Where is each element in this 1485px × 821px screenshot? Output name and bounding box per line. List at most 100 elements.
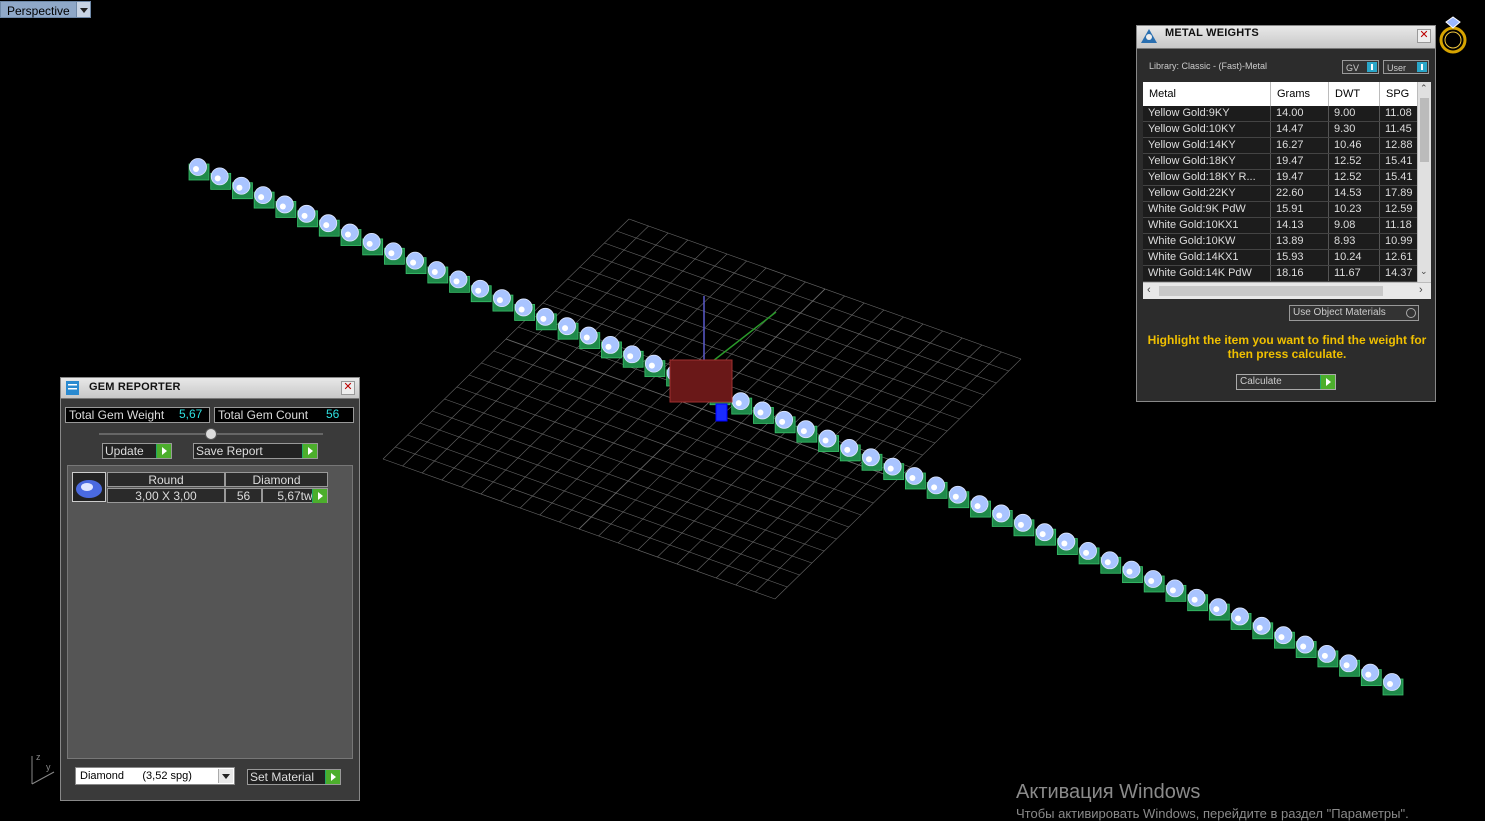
gem-setting[interactable] (1360, 663, 1382, 687)
table-row[interactable]: White Gold:10KW 13.89 8.93 10.99 (1143, 234, 1431, 250)
gem-setting[interactable] (948, 485, 970, 509)
gem-setting[interactable] (796, 420, 818, 443)
gem-setting[interactable] (427, 261, 449, 284)
horizontal-scrollbar[interactable]: ‹ › (1143, 282, 1431, 299)
gem-setting[interactable] (753, 401, 774, 424)
gem-setting[interactable] (514, 298, 536, 321)
gem-setting[interactable] (731, 392, 753, 415)
metal-weights-titlebar[interactable]: METAL WEIGHTS ✕ (1137, 26, 1435, 49)
gumball-widget[interactable] (715, 403, 728, 422)
scroll-right-icon[interactable]: › (1419, 284, 1423, 296)
user-toggle[interactable]: User (1383, 60, 1429, 74)
gem-setting[interactable] (1187, 588, 1209, 612)
panel-splitter[interactable] (99, 428, 323, 440)
gem-setting[interactable] (622, 345, 644, 368)
gem-setting[interactable] (579, 326, 601, 349)
gem-setting[interactable] (1339, 654, 1360, 677)
scroll-thumb[interactable] (1420, 98, 1429, 162)
gem-setting[interactable] (383, 242, 405, 265)
vertical-scrollbar[interactable]: ⌃ ⌄ (1417, 82, 1431, 283)
gem-setting[interactable] (1013, 513, 1035, 537)
gem-setting[interactable] (340, 223, 362, 246)
gem-setting[interactable] (644, 354, 666, 378)
update-button[interactable]: Update (102, 443, 172, 459)
gem-setting[interactable] (188, 158, 210, 181)
play-arrow-icon[interactable] (1320, 375, 1335, 389)
gem-reporter-titlebar[interactable]: GEM REPORTER ✕ (61, 378, 359, 399)
scroll-up-icon[interactable]: ⌃ (1420, 83, 1428, 94)
gem-setting[interactable] (1252, 616, 1274, 640)
table-row[interactable]: White Gold:9K PdW 15.91 10.23 12.59 (1143, 202, 1431, 218)
viewport-label[interactable]: Perspective (0, 1, 91, 18)
gem-setting[interactable] (883, 457, 905, 481)
calculate-button[interactable]: Calculate (1236, 374, 1336, 390)
chevron-down-icon[interactable] (218, 769, 233, 783)
play-arrow-icon[interactable] (302, 444, 317, 458)
gem-setting[interactable] (492, 289, 514, 312)
gem-setting[interactable] (470, 279, 492, 303)
gem-setting[interactable] (991, 504, 1013, 527)
table-row[interactable]: White Gold:14KX1 15.93 10.24 12.61 (1143, 250, 1431, 266)
gem-setting[interactable] (210, 167, 232, 190)
viewport-name[interactable]: Perspective (0, 1, 77, 18)
gem-setting[interactable] (1100, 551, 1122, 574)
column-header-metal[interactable]: Metal (1143, 82, 1271, 106)
gem-setting[interactable] (275, 195, 297, 218)
play-arrow-icon[interactable] (312, 489, 327, 503)
gem-setting[interactable] (774, 410, 796, 434)
selected-head-block[interactable] (669, 359, 733, 403)
gem-setting[interactable] (362, 233, 384, 256)
metal-table[interactable]: Metal Grams DWT SPG Yellow Gold:9KY 14.00… (1143, 82, 1431, 299)
table-row[interactable]: Yellow Gold:18KY R... 19.47 12.52 15.41 (1143, 170, 1431, 186)
play-arrow-icon[interactable] (156, 444, 171, 458)
column-header-dwt[interactable]: DWT (1329, 82, 1380, 106)
splitter-knob[interactable] (205, 428, 217, 440)
gem-setting[interactable] (1122, 560, 1143, 584)
close-icon[interactable]: ✕ (341, 381, 355, 395)
gem-setting[interactable] (1165, 579, 1187, 602)
table-row[interactable]: White Gold:14K PdW 18.16 11.67 14.37 (1143, 266, 1431, 282)
scroll-thumb[interactable] (1159, 286, 1383, 296)
gv-toggle[interactable]: GV (1342, 60, 1379, 74)
gem-setting[interactable] (601, 336, 622, 359)
gem-setting[interactable] (297, 204, 318, 228)
close-icon[interactable]: ✕ (1417, 29, 1431, 43)
viewport-menu-arrow-icon[interactable] (76, 1, 91, 18)
gem-setting[interactable] (318, 214, 340, 237)
gem-thumbnail-icon[interactable] (72, 472, 106, 502)
scroll-left-icon[interactable]: ‹ (1147, 284, 1151, 296)
gem-setting[interactable] (861, 448, 883, 471)
gem-setting[interactable] (818, 429, 839, 452)
gem-setting[interactable] (839, 439, 861, 462)
table-row[interactable]: Yellow Gold:10KY 14.47 9.30 11.45 (1143, 122, 1431, 138)
gem-setting[interactable] (1382, 673, 1404, 696)
gem-setting[interactable] (1056, 532, 1078, 555)
gem-setting[interactable] (1295, 635, 1317, 658)
gem-setting[interactable] (535, 307, 557, 331)
set-material-button[interactable]: Set Material (247, 769, 341, 785)
save-report-button[interactable]: Save Report (193, 443, 318, 459)
gem-setting[interactable] (1078, 542, 1100, 565)
gem-setting[interactable] (970, 495, 991, 518)
gem-setting[interactable] (253, 186, 275, 209)
gem-setting[interactable] (557, 317, 579, 340)
play-arrow-icon[interactable] (325, 770, 340, 784)
gem-setting[interactable] (1274, 626, 1295, 649)
use-object-materials-option[interactable]: Use Object Materials (1289, 305, 1419, 321)
gem-setting[interactable] (1317, 645, 1339, 668)
table-row[interactable]: Yellow Gold:9KY 14.00 9.00 11.08 (1143, 106, 1431, 122)
radio-icon[interactable] (1406, 308, 1416, 318)
gem-setting[interactable] (449, 270, 470, 293)
gem-setting[interactable] (1208, 598, 1230, 621)
column-header-grams[interactable]: Grams (1271, 82, 1329, 106)
gem-setting[interactable] (232, 176, 253, 200)
gem-setting[interactable] (1230, 607, 1252, 630)
gem-setting[interactable] (1035, 523, 1057, 546)
gem-setting[interactable] (905, 467, 926, 490)
table-row[interactable]: Yellow Gold:14KY 16.27 10.46 12.88 (1143, 138, 1431, 154)
table-row[interactable]: Yellow Gold:22KY 22.60 14.53 17.89 (1143, 186, 1431, 202)
material-select[interactable]: Diamond (3,52 spg) (75, 767, 235, 785)
gem-setting[interactable] (405, 251, 427, 275)
scroll-down-icon[interactable]: ⌄ (1420, 266, 1428, 277)
table-row[interactable]: White Gold:10KX1 14.13 9.08 11.18 (1143, 218, 1431, 234)
